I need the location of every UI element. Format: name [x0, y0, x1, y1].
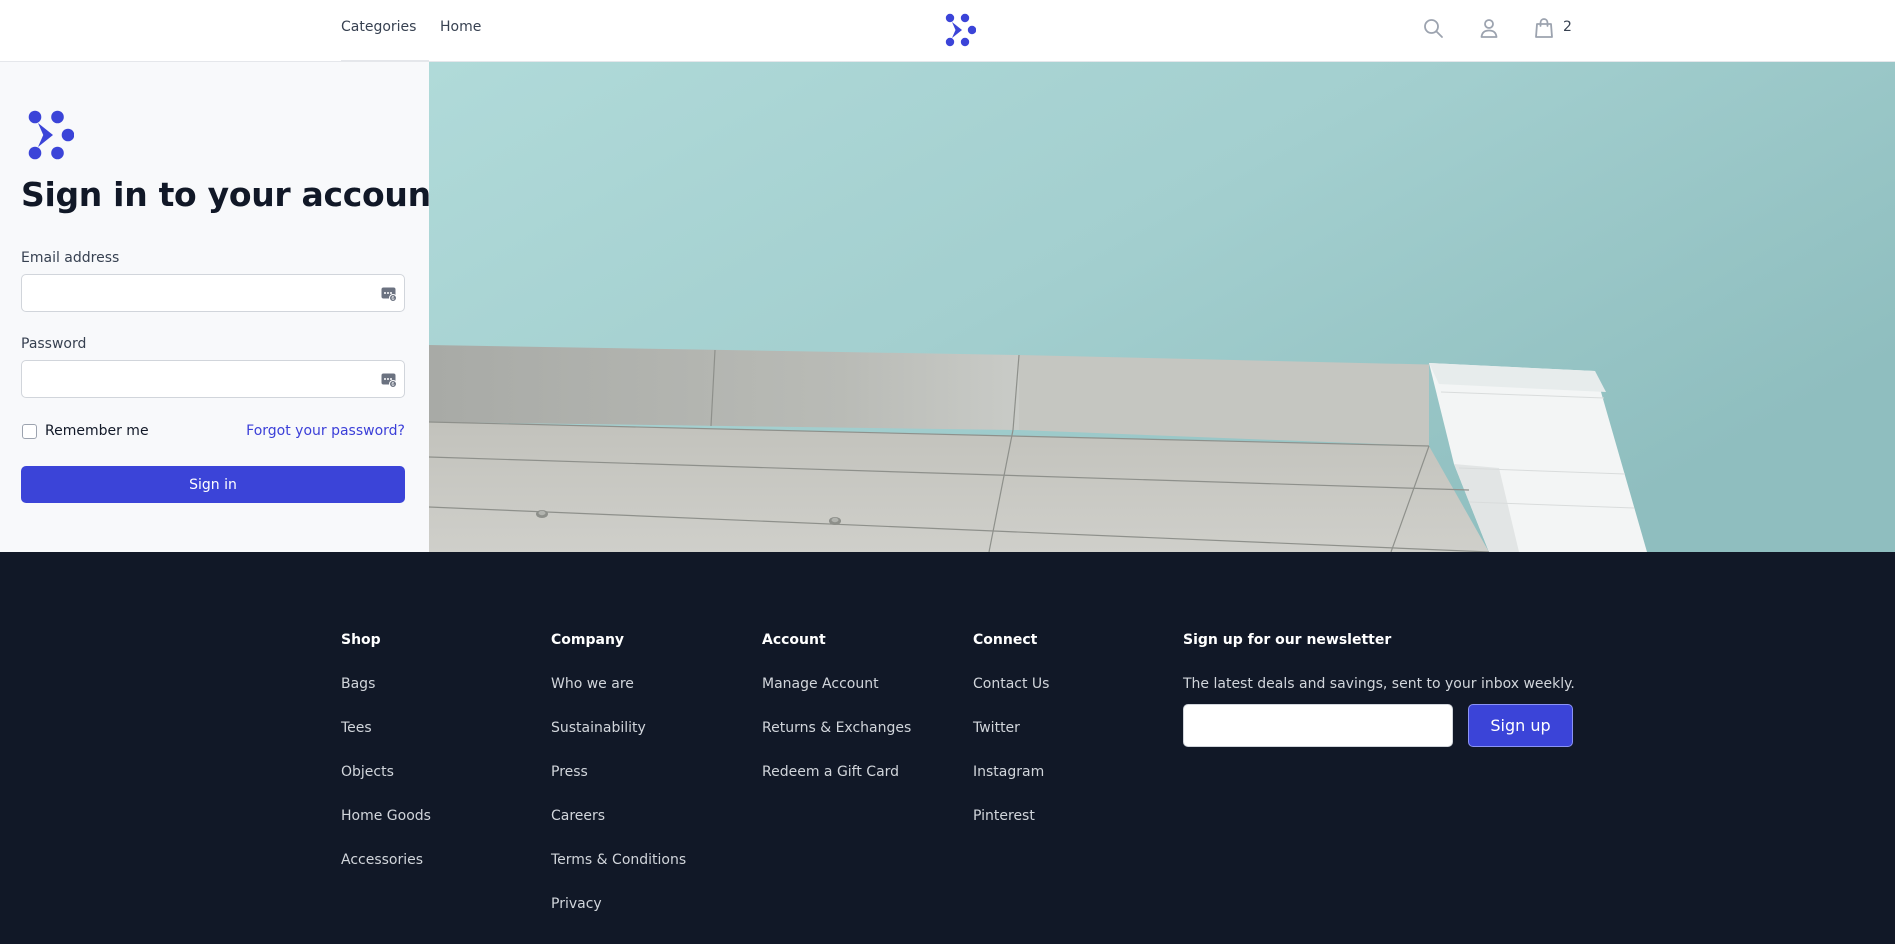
footer-link[interactable]: Terms & Conditions	[551, 852, 686, 868]
user-icon[interactable]	[1477, 16, 1501, 40]
password-manager-icon[interactable]: 6	[381, 286, 397, 302]
remember-me-checkbox[interactable]	[22, 424, 37, 439]
email-label: Email address	[21, 250, 120, 266]
signin-panel: Sign in to your account Email address 6 …	[0, 62, 447, 552]
remember-me-label[interactable]: Remember me	[45, 423, 149, 439]
footer-link[interactable]: Who we are	[551, 676, 634, 692]
footer-link[interactable]: Returns & Exchanges	[762, 720, 911, 736]
footer-link[interactable]: Tees	[341, 720, 372, 736]
password-manager-icon[interactable]: 6	[381, 372, 397, 388]
search-icon[interactable]	[1421, 16, 1445, 40]
newsletter-email-input[interactable]	[1183, 704, 1453, 747]
logo-icon	[28, 110, 74, 160]
footer-link[interactable]: Pinterest	[973, 808, 1035, 824]
password-field[interactable]: 6	[21, 360, 405, 398]
logo-icon[interactable]	[940, 12, 976, 48]
cart-count[interactable]: 2	[1563, 19, 1572, 35]
nav-categories[interactable]: Categories	[341, 19, 416, 35]
shopping-bag-icon[interactable]	[1532, 16, 1556, 40]
newsletter-description: The latest deals and savings, sent to yo…	[1183, 676, 1575, 692]
site-header: Categories Home 2	[0, 0, 1895, 62]
footer-link[interactable]: Sustainability	[551, 720, 646, 736]
footer-col-title-company: Company	[551, 632, 625, 648]
footer-link[interactable]: Home Goods	[341, 808, 431, 824]
footer-link[interactable]: Bags	[341, 676, 375, 692]
footer-link[interactable]: Contact Us	[973, 676, 1049, 692]
password-label: Password	[21, 336, 87, 352]
nav-home[interactable]: Home	[440, 19, 481, 35]
svg-text:6: 6	[391, 296, 394, 302]
forgot-password-link[interactable]: Forgot your password?	[246, 423, 405, 439]
footer-link[interactable]: Objects	[341, 764, 394, 780]
footer-link[interactable]: Redeem a Gift Card	[762, 764, 899, 780]
page-title: Sign in to your account	[21, 175, 447, 214]
email-field[interactable]: 6	[21, 274, 405, 312]
footer-link[interactable]: Twitter	[973, 720, 1020, 736]
building-illustration	[429, 62, 1895, 552]
footer-col-title-shop: Shop	[341, 632, 381, 648]
footer-link[interactable]: Careers	[551, 808, 605, 824]
footer-link[interactable]: Accessories	[341, 852, 423, 868]
hero-image	[429, 62, 1895, 552]
footer-col-title-connect: Connect	[973, 632, 1038, 648]
site-footer: Shop Bags Tees Objects Home Goods Access…	[0, 552, 1895, 944]
footer-link[interactable]: Manage Account	[762, 676, 879, 692]
newsletter-signup-button[interactable]: Sign up	[1468, 704, 1573, 747]
footer-link[interactable]: Instagram	[973, 764, 1044, 780]
footer-link[interactable]: Privacy	[551, 896, 602, 912]
footer-col-title-account: Account	[762, 632, 826, 648]
footer-link[interactable]: Press	[551, 764, 588, 780]
svg-text:6: 6	[391, 382, 394, 388]
sign-in-button[interactable]: Sign in	[21, 466, 405, 503]
newsletter-title: Sign up for our newsletter	[1183, 632, 1392, 648]
